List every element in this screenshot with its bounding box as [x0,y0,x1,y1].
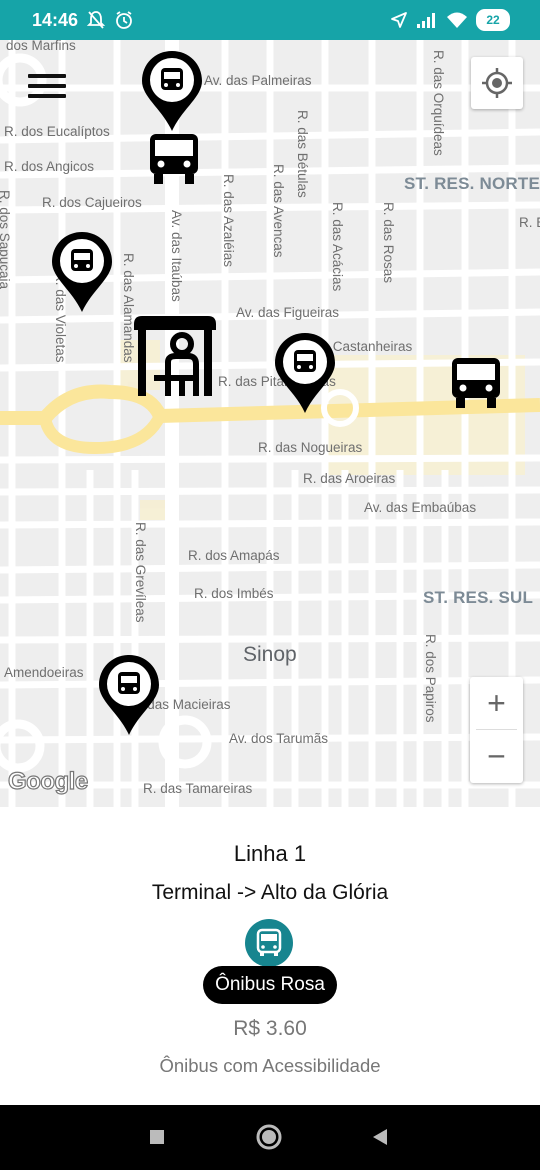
street-label: R. E [519,215,540,230]
back-icon [373,1129,387,1145]
accessibility-text: Ônibus com Acessibilidade [159,1055,381,1076]
menu-bar [28,84,66,88]
wifi-icon [447,12,467,28]
menu-bar [28,94,66,98]
notifications-off-icon [86,11,106,29]
recent-apps-button[interactable] [117,1105,197,1170]
street-label: R. dos Imbés [194,586,274,601]
route-name: Terminal -> Alto da Glória [151,881,389,904]
crosshair-icon [482,68,512,98]
street-label: R. das Avencas [271,164,286,258]
bus-name-badge: Ônibus Rosa [203,966,337,1004]
street-label: R. das Orquídeas [431,50,446,156]
bus-vehicle-icon[interactable] [450,356,502,410]
street-label: Av. das Palmeiras [204,73,312,88]
street-label: R. das Bétulas [295,110,310,198]
street-label: R. dos Cajueiros [42,195,142,210]
street-label: R. dos Eucalíptos [4,124,110,139]
fare-price: R$ 3.60 [233,1017,307,1040]
recent-apps-icon [150,1130,164,1144]
menu-button[interactable] [28,74,66,102]
zoom-in-button[interactable]: + [470,677,523,729]
street-label: R. dos Sapucaia [0,190,12,290]
status-time: 14:46 [32,10,79,30]
bus-stop-marker[interactable] [50,230,114,314]
google-logo: Google [7,767,88,795]
home-button[interactable] [229,1105,309,1170]
street-label: R. das Nogueiras [258,440,363,455]
line-info-panel: Linha 1 Terminal -> Alto da Glória Ônibu… [0,807,540,1105]
street-label: R. das Aroeiras [303,471,396,486]
my-location-button[interactable] [471,57,523,109]
street-label: Av. das Embaúbas [364,500,477,515]
home-icon [256,1124,282,1150]
street-label: R. dos Papiros [423,634,438,723]
map-view[interactable]: dos Marfins Av. das Palmeiras R. das Orq… [0,40,540,807]
street-label: R. dos Angicos [4,159,95,174]
status-icons-left [86,10,134,30]
signal-icon [417,13,435,28]
street-label: Av. das Figueiras [236,305,340,320]
street-label: R. dos Amapás [188,548,280,563]
street-label: R. das Azaléias [221,174,236,268]
street-label: R. das Tamareiras [143,781,253,796]
location-arrow-icon [391,12,407,28]
street-label: R. das Rosas [381,202,396,284]
battery-icon: 22 [476,9,510,31]
status-bar: 14:46 22 [0,0,540,40]
city-label: Sinop [243,643,297,666]
bus-shelter-icon[interactable] [130,312,220,398]
bus-icon [245,919,293,967]
street-label: R. das Acácias [330,202,345,292]
district-label-north: ST. RES. NORTE [404,174,540,193]
bus-stop-marker[interactable] [97,653,161,737]
street-label: R. das Grevíleas [133,522,148,623]
line-name: Linha 1 [233,841,307,866]
zoom-controls: + − [470,677,523,783]
road-network [0,40,540,807]
street-label: Av. dos Tarumãs [229,731,329,746]
back-button[interactable] [340,1105,420,1170]
district-label-south: ST. RES. SUL [423,588,534,607]
system-nav-bar [0,1105,540,1170]
street-label: Av. das Itaúbas [169,210,184,302]
status-icons-right: 22 [390,9,510,31]
bus-stop-marker[interactable] [140,49,204,133]
menu-bar [28,74,66,78]
street-label: dos Marfins [6,40,76,53]
alarm-icon [116,11,132,29]
zoom-out-button[interactable]: − [470,730,523,782]
street-label: Amendoeiras [4,665,84,680]
bus-stop-marker[interactable] [273,331,337,415]
bus-vehicle-icon[interactable] [148,132,200,186]
